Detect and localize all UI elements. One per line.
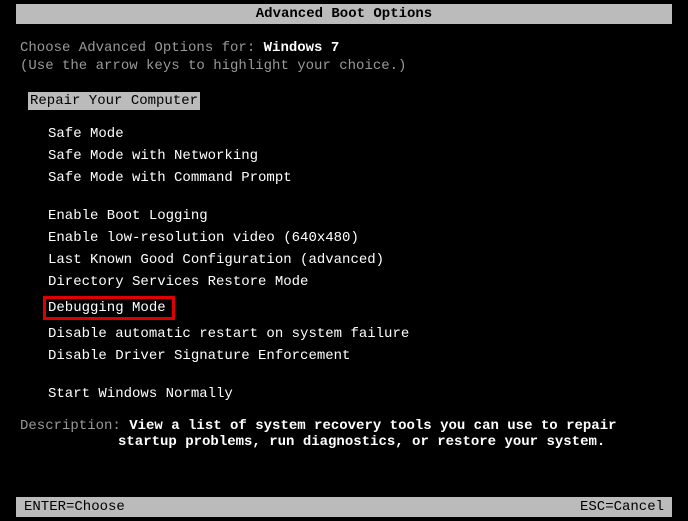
screen-title: Advanced Boot Options (256, 6, 432, 22)
description-block: Description: View a list of system recov… (20, 418, 668, 450)
option-last-known-good-config[interactable]: Last Known Good Configuration (advanced) (48, 252, 668, 268)
option-disable-automatic-restart[interactable]: Disable automatic restart on system fail… (48, 326, 668, 342)
description-label: Description: (20, 418, 129, 434)
instruction-row: Choose Advanced Options for: Windows 7 (20, 40, 668, 56)
option-start-windows-normally[interactable]: Start Windows Normally (48, 386, 668, 402)
option-directory-services-restore[interactable]: Directory Services Restore Mode (48, 274, 668, 290)
option-enable-boot-logging[interactable]: Enable Boot Logging (48, 208, 668, 224)
description-text-1: View a list of system recovery tools you… (129, 418, 616, 434)
instruction-prefix: Choose Advanced Options for: (20, 40, 264, 56)
instruction-sub: (Use the arrow keys to highlight your ch… (20, 58, 668, 74)
boot-options-list: Safe Mode Safe Mode with Networking Safe… (48, 126, 668, 402)
option-debugging-mode[interactable]: Debugging Mode (48, 296, 668, 320)
description-text-2: startup problems, run diagnostics, or re… (118, 434, 668, 450)
gap (48, 192, 668, 208)
os-name: Windows 7 (264, 40, 340, 56)
gap (48, 370, 668, 386)
footer-esc-hint: ESC=Cancel (580, 499, 664, 515)
footer-enter-hint: ENTER=Choose (24, 499, 125, 515)
option-repair-your-computer[interactable]: Repair Your Computer (28, 92, 200, 110)
option-low-resolution-video[interactable]: Enable low-resolution video (640x480) (48, 230, 668, 246)
option-safe-mode-command-prompt[interactable]: Safe Mode with Command Prompt (48, 170, 668, 186)
annotation-highlight-box: Debugging Mode (43, 296, 175, 320)
option-safe-mode[interactable]: Safe Mode (48, 126, 668, 142)
description-line-1: Description: View a list of system recov… (20, 418, 668, 434)
option-safe-mode-networking[interactable]: Safe Mode with Networking (48, 148, 668, 164)
selected-option-wrapper: Repair Your Computer (20, 92, 668, 126)
footer-bar: ENTER=Choose ESC=Cancel (16, 497, 672, 517)
option-disable-driver-signature[interactable]: Disable Driver Signature Enforcement (48, 348, 668, 364)
main-content: Choose Advanced Options for: Windows 7 (… (0, 24, 688, 450)
title-bar: Advanced Boot Options (16, 4, 672, 24)
